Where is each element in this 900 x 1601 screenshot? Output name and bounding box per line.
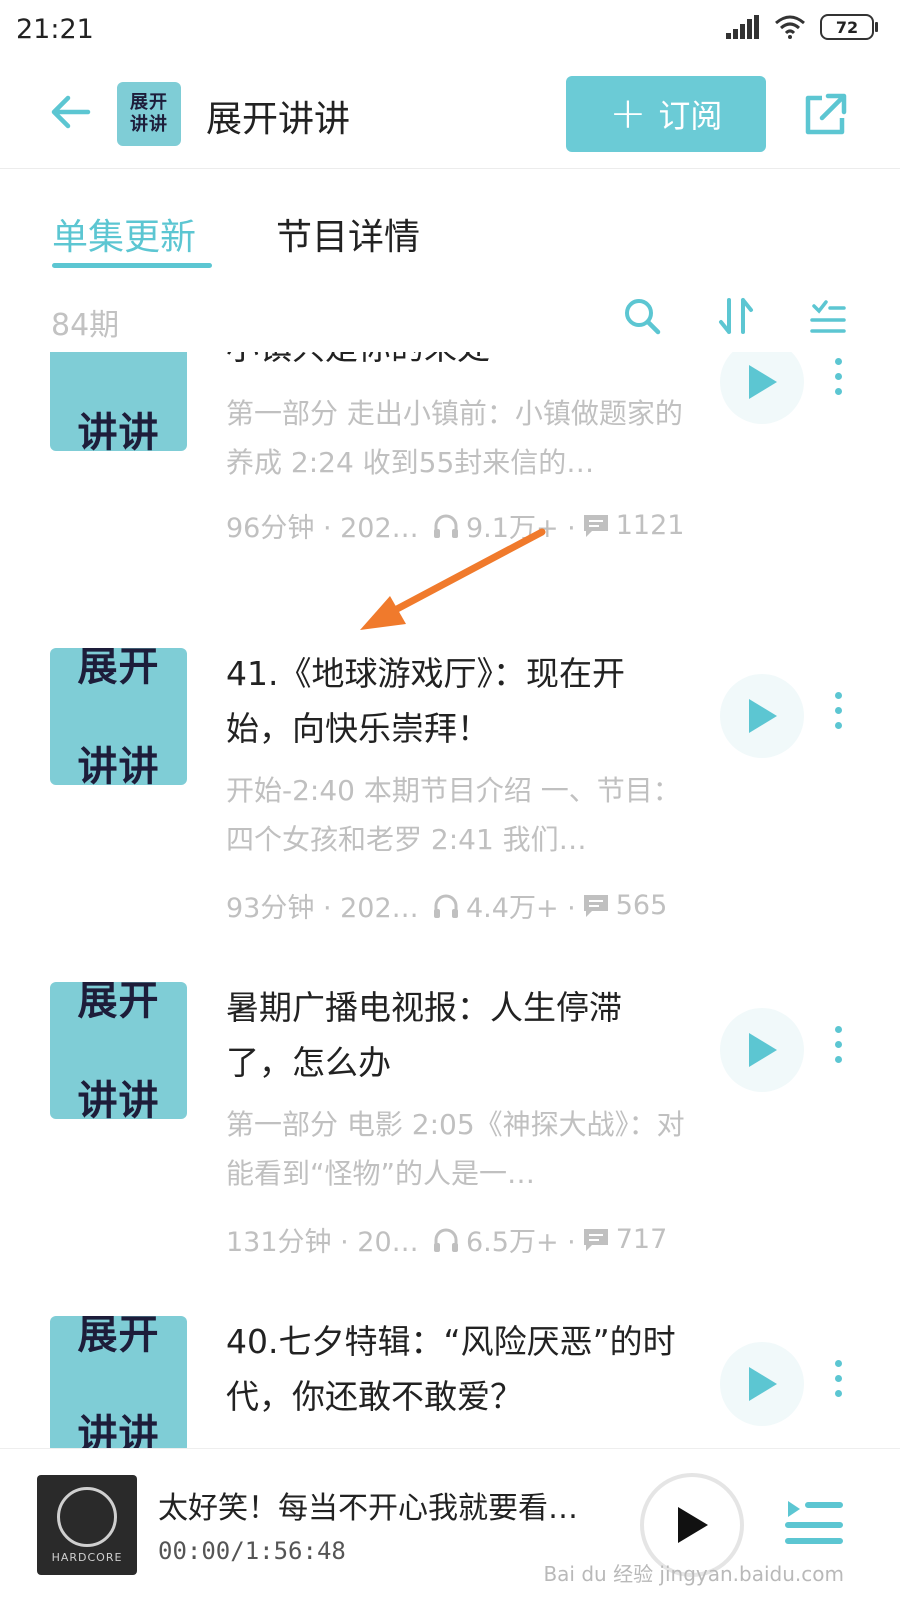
- play-icon: [749, 1033, 777, 1067]
- comment-icon: [583, 1228, 608, 1251]
- episode-comments: 565: [615, 890, 668, 921]
- now-playing-title: 太好笑！每当不开心我就要看…: [158, 1491, 578, 1526]
- headphones-icon: [434, 894, 458, 918]
- episode-plays: 4.4万+ ·: [466, 893, 576, 924]
- plus-icon: +: [609, 88, 647, 139]
- watermark: Bai du 经验 jingyan.baidu.com: [543, 1562, 844, 1586]
- episode-duration: 131分钟 · 202…: [226, 1227, 426, 1258]
- cover-art-icon: [57, 1486, 117, 1547]
- tab-active-indicator: [52, 263, 212, 268]
- episode-description: 第一部分 走出小镇前：小镇做题家的养成 2:24 收到55封来信的…: [226, 397, 683, 479]
- episode-title: 暑期广播电视报：人生停滞了，怎么办: [226, 988, 622, 1082]
- episode-play-button[interactable]: [720, 352, 804, 424]
- episode-description: 开始-2:40 本期节目介绍 一、节目：四个女孩和老罗 2:41 我们…: [226, 774, 681, 856]
- episode-thumbnail: 展开讲讲: [50, 648, 187, 785]
- podcast-logo: 展开 讲讲: [117, 82, 181, 146]
- episode-title: 40.七夕特辑：“风险厌恶”的时代，你还敢不敢爱？: [226, 1322, 676, 1416]
- comment-icon: [583, 514, 608, 537]
- episode-comments: 1121: [615, 510, 685, 541]
- mini-player[interactable]: HARDCORE 太好笑！每当不开心我就要看… 00:00/1:56:48 Ba…: [0, 1448, 900, 1601]
- episode-play-button[interactable]: [720, 1342, 804, 1426]
- more-options-icon[interactable]: [832, 692, 844, 742]
- episode-description: 第一部分 电影 2:05《神探大战》：对能看到“怪物”的人是一…: [226, 1108, 685, 1190]
- now-playing-time: 00:00/1:56:48: [158, 1537, 346, 1565]
- more-options-icon[interactable]: [832, 358, 844, 408]
- episode-thumbnail: 展开讲讲: [50, 1316, 187, 1448]
- batch-select-icon[interactable]: [808, 296, 848, 336]
- play-icon: [749, 365, 777, 399]
- episode-duration: 93分钟 · 2022…: [226, 893, 426, 924]
- playlist-icon[interactable]: [782, 1485, 846, 1557]
- now-playing-cover: HARDCORE: [37, 1475, 137, 1575]
- episode-thumbnail: 展开讲讲: [50, 352, 187, 451]
- app-header: 展开 讲讲 展开讲讲 + 订阅: [0, 64, 900, 169]
- episode-play-button[interactable]: [720, 674, 804, 758]
- play-icon: [749, 699, 777, 733]
- episode-meta: 93分钟 · 2022… 4.4万+ · 565: [226, 886, 706, 925]
- signal-icon: [726, 15, 759, 39]
- status-icons: 72: [726, 14, 878, 40]
- play-icon: [678, 1507, 708, 1543]
- episode-meta: 131分钟 · 202… 6.5万+ · 717: [226, 1220, 706, 1259]
- comment-icon: [583, 894, 608, 917]
- episode-plays: 6.5万+ ·: [466, 1227, 576, 1258]
- search-icon[interactable]: [622, 296, 662, 336]
- podcast-title: 展开讲讲: [206, 99, 351, 140]
- battery-indicator: 72: [820, 14, 878, 40]
- tab-episodes[interactable]: 单集更新: [52, 208, 196, 260]
- episode-item[interactable]: 展开 讲讲 暑期广播电视报：人生停滞了，怎么办 第一部分 电影 2:05《神探大战…: [0, 982, 900, 1322]
- share-icon[interactable]: [802, 90, 850, 138]
- episode-item[interactable]: 展开 讲讲 40.七夕特辑：“风险厌恶”的时代，你还敢不敢爱？: [0, 1316, 900, 1448]
- episode-play-button[interactable]: [720, 1008, 804, 1092]
- annotation-arrow-icon: [360, 528, 546, 630]
- episode-list: 展开讲讲 小镇只是你的来处 第一部分 走出小镇前：小镇做题家的养成 2:24 收…: [0, 352, 900, 1448]
- subscribe-label: 订阅: [658, 97, 723, 135]
- status-time: 21:21: [16, 14, 94, 45]
- more-options-icon[interactable]: [832, 1026, 844, 1076]
- subscribe-button[interactable]: + 订阅: [566, 76, 766, 152]
- play-icon: [749, 1367, 777, 1401]
- episode-thumbnail: 展开讲讲: [50, 982, 187, 1119]
- headphones-icon: [434, 1228, 458, 1252]
- episode-title: 41.《地球游戏厅》：现在开始，向快乐崇拜！: [226, 654, 625, 748]
- episode-comments: 717: [615, 1224, 668, 1255]
- sort-icon[interactable]: [716, 296, 756, 336]
- episode-item[interactable]: 展开 讲讲 41.《地球游戏厅》：现在开始，向快乐崇拜！ 开始-2:40 本期节目…: [0, 648, 900, 988]
- wifi-icon: [775, 15, 805, 39]
- tab-details[interactable]: 节目详情: [276, 208, 420, 260]
- more-options-icon[interactable]: [832, 1360, 844, 1410]
- episode-count: 84期: [51, 308, 120, 343]
- back-arrow-icon[interactable]: [48, 90, 92, 134]
